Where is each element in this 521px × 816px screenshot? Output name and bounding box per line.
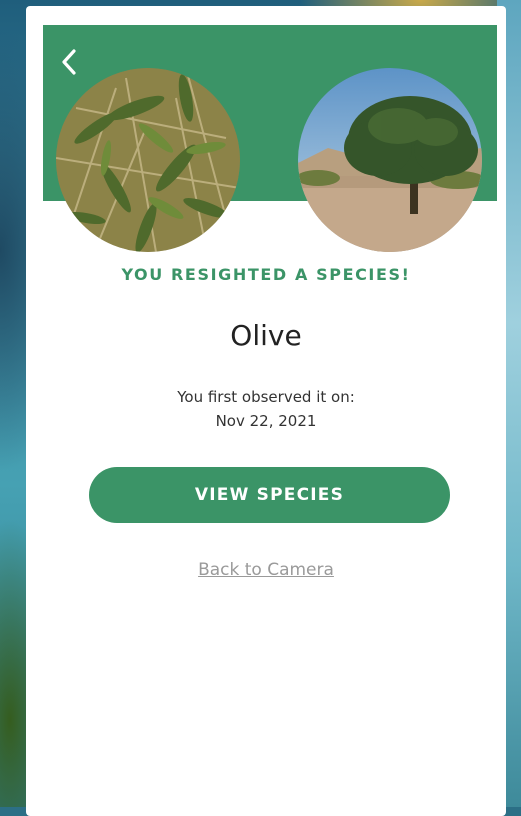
user-photo (56, 68, 240, 252)
species-reference-photo (298, 68, 482, 252)
back-to-camera-link[interactable]: Back to Camera (26, 560, 506, 580)
first-observed-date: Nov 22, 2021 (215, 412, 317, 430)
first-observed-label: You first observed it on: (177, 388, 355, 406)
species-name: Olive (230, 319, 302, 352)
back-arrow-button[interactable] (56, 48, 84, 76)
view-species-button[interactable]: VIEW SPECIES (89, 467, 450, 523)
resighted-headline: YOU RESIGHTED A SPECIES! (121, 265, 411, 284)
chevron-left-icon (62, 49, 76, 75)
app-screen: YOU RESIGHTED A SPECIES! Olive You first… (26, 6, 506, 816)
